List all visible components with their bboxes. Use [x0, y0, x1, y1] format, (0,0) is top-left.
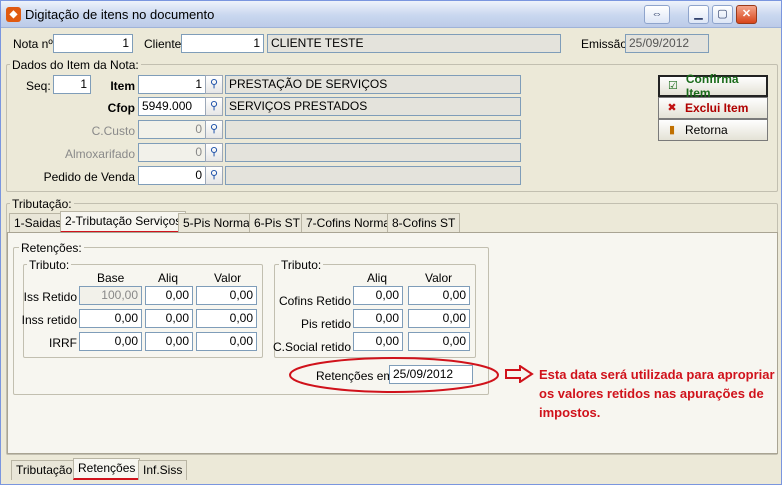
- col-aliq-right: Aliq: [367, 271, 388, 285]
- checklist-icon: ☑: [668, 79, 678, 92]
- tributo-left-title: Tributo:: [27, 258, 72, 272]
- nota-label: Nota nº: [13, 37, 53, 51]
- exit-door-icon: ▮: [668, 123, 676, 136]
- item-search-icon[interactable]: ⚲: [205, 75, 223, 94]
- tab-saidas[interactable]: 1-Saidas: [9, 213, 67, 233]
- pis-retido-label: Pis retido: [300, 317, 351, 331]
- irrf-valor-field[interactable]: 0,00: [196, 332, 257, 351]
- confirma-item-button[interactable]: ☑ Confirma Item: [658, 72, 768, 100]
- retencoes-title: Retenções:: [19, 241, 84, 255]
- pis-valor-field[interactable]: 0,00: [408, 309, 470, 328]
- pedido-code-input[interactable]: 0: [138, 166, 206, 185]
- cliente-name-field: CLIENTE TESTE: [267, 34, 561, 53]
- cofins-retido-label: Cofins Retido: [278, 294, 351, 308]
- iss-base-field[interactable]: 100,00: [79, 286, 142, 305]
- almox-desc-field: [225, 143, 521, 162]
- irrf-base-field[interactable]: 0,00: [79, 332, 142, 351]
- nota-input[interactable]: 1: [53, 34, 133, 53]
- almox-label: Almoxarifado: [64, 147, 135, 161]
- tab-tributacao-bottom[interactable]: Tributação: [11, 460, 78, 480]
- exclui-item-button[interactable]: ✖ Exclui Item: [658, 97, 768, 119]
- inss-valor-field[interactable]: 0,00: [196, 309, 257, 328]
- tab-pis-normal[interactable]: 5-Pis Normal: [178, 213, 258, 233]
- item-group-title: Dados do Item da Nota:: [10, 58, 141, 72]
- csocial-valor-field[interactable]: 0,00: [408, 332, 470, 351]
- seq-input[interactable]: 1: [53, 75, 91, 94]
- pedido-search-icon[interactable]: ⚲: [205, 166, 223, 185]
- cfop-label: Cfop: [107, 101, 135, 115]
- pis-aliq-field[interactable]: 0,00: [353, 309, 403, 328]
- custo-search-icon[interactable]: ⚲: [205, 120, 223, 139]
- iss-aliq-field[interactable]: 0,00: [145, 286, 193, 305]
- col-aliq-left: Aliq: [158, 271, 179, 285]
- annotation-line-1: Esta data será utilizada para apropriar: [539, 367, 775, 382]
- iss-valor-field[interactable]: 0,00: [196, 286, 257, 305]
- seq-label: Seq:: [26, 79, 51, 93]
- tributacao-title: Tributação:: [10, 197, 74, 211]
- emissao-label: Emissão:: [581, 37, 631, 51]
- inss-aliq-field[interactable]: 0,00: [145, 309, 193, 328]
- main-window: ◆ Digitação de itens no documento ⇔ ▁ ▢ …: [0, 0, 782, 485]
- window-title: Digitação de itens no documento: [25, 7, 215, 22]
- close-button[interactable]: ✕: [736, 5, 757, 24]
- col-valor-left: Valor: [214, 271, 242, 285]
- inss-base-field[interactable]: 0,00: [79, 309, 142, 328]
- pedido-label: Pedido de Venda: [43, 170, 135, 184]
- cfop-desc-field: SERVIÇOS PRESTADOS: [225, 97, 521, 116]
- emissao-field: 25/09/2012: [625, 34, 709, 53]
- csocial-retido-label: C.Social retido: [272, 340, 351, 354]
- almox-search-icon[interactable]: ⚲: [205, 143, 223, 162]
- annotation-line-2: os valores retidos nas apurações de: [539, 386, 764, 401]
- cofins-aliq-field[interactable]: 0,00: [353, 286, 403, 305]
- cliente-code-input[interactable]: 1: [181, 34, 264, 53]
- custo-code-input[interactable]: 0: [138, 120, 206, 139]
- confirma-item-label: Confirma Item: [685, 72, 739, 100]
- annotation-arrow-icon: [505, 365, 534, 383]
- tab-cofins-st[interactable]: 8-Cofins ST: [387, 213, 461, 233]
- tab-inf-siss-bottom[interactable]: Inf.Siss: [138, 460, 188, 480]
- irrf-aliq-field[interactable]: 0,00: [145, 332, 193, 351]
- title-bar: ◆ Digitação de itens no documento ⇔ ▁ ▢ …: [1, 1, 781, 28]
- pedido-desc-field: [225, 166, 521, 185]
- cfop-search-icon[interactable]: ⚲: [205, 97, 223, 116]
- custo-desc-field: [225, 120, 521, 139]
- tab-tributacao-servicos[interactable]: 2-Tributação Serviços: [60, 211, 187, 233]
- inss-retido-label: Inss retido: [21, 313, 77, 327]
- cfop-code-input[interactable]: 5949.000: [138, 97, 206, 116]
- resize-arrows-icon[interactable]: ⇔: [644, 5, 670, 24]
- tab-pis-st[interactable]: 6-Pis ST: [249, 213, 306, 233]
- tributo-right-title: Tributo:: [279, 258, 324, 272]
- delete-list-icon: ✖: [667, 101, 677, 114]
- retorna-button[interactable]: ▮ Retorna: [658, 119, 768, 141]
- retorna-label: Retorna: [685, 123, 728, 137]
- col-valor-right: Valor: [425, 271, 453, 285]
- tab-retencoes-bottom[interactable]: Retenções: [73, 458, 141, 480]
- annotation-line-3: impostos.: [539, 405, 601, 420]
- minimize-button[interactable]: ▁: [688, 5, 709, 24]
- item-desc-field: PRESTAÇÃO DE SERVIÇOS: [225, 75, 521, 94]
- col-base: Base: [97, 271, 125, 285]
- custo-label: C.Custo: [91, 124, 135, 138]
- csocial-aliq-field[interactable]: 0,00: [353, 332, 403, 351]
- exclui-item-label: Exclui Item: [685, 101, 749, 115]
- irrf-label: IRRF: [49, 336, 77, 350]
- highlight-ellipse: [289, 357, 499, 393]
- tab-cofins-normal[interactable]: 7-Cofins Normal: [301, 213, 398, 233]
- item-code-input[interactable]: 1: [138, 75, 206, 94]
- cofins-valor-field[interactable]: 0,00: [408, 286, 470, 305]
- maximize-button[interactable]: ▢: [712, 5, 733, 24]
- iss-retido-label: Iss Retido: [23, 290, 77, 304]
- cliente-label: Cliente:: [144, 37, 185, 51]
- almox-code-input[interactable]: 0: [138, 143, 206, 162]
- app-icon: ◆: [6, 7, 21, 22]
- item-label: Item: [110, 79, 135, 93]
